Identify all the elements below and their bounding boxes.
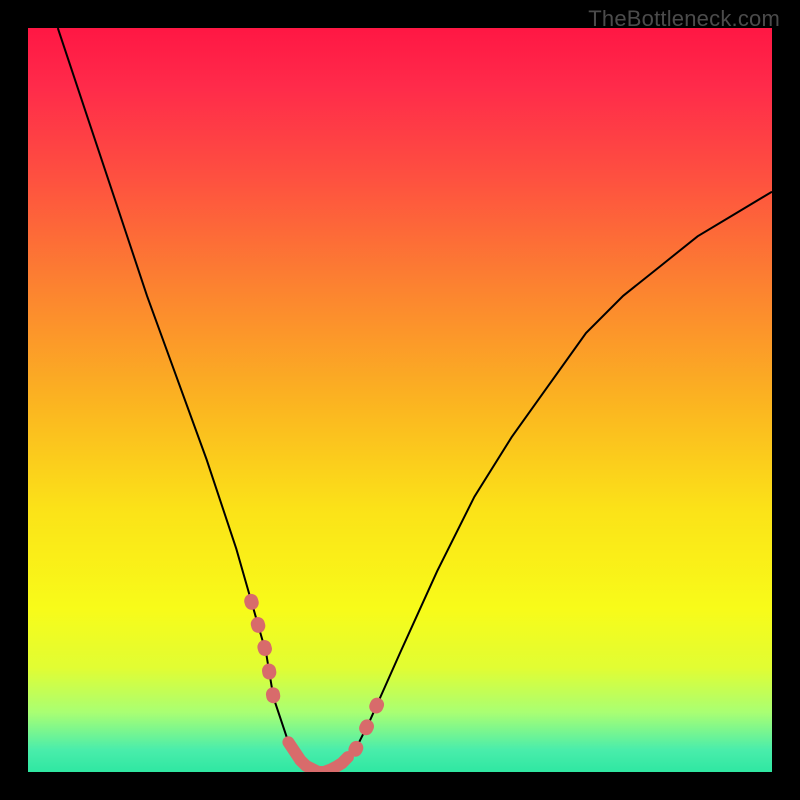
chart-area xyxy=(28,28,772,772)
gradient-background xyxy=(28,28,772,772)
bottleneck-chart xyxy=(28,28,772,772)
